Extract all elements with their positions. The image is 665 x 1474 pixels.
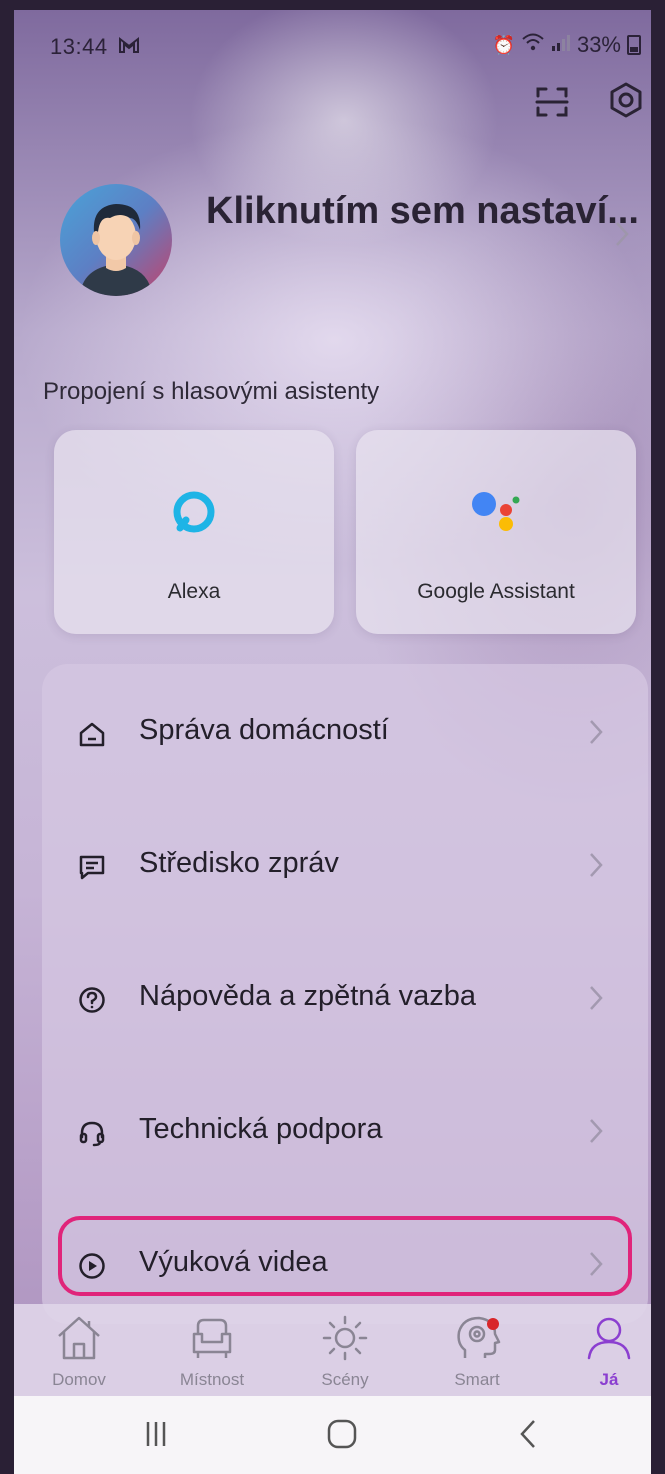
nav-smart[interactable]: Smart [422,1304,532,1396]
highlight-box [58,1216,632,1296]
menu-item-label: Správa domácností [139,714,389,746]
alexa-label: Alexa [167,580,221,603]
settings-icon [607,81,645,124]
chevron-right-icon [588,851,604,884]
sun-icon [319,1312,371,1364]
google-assistant-label: Google Assistant [417,580,575,603]
bottom-nav: Domov Místnost Scény Smart Já [14,1304,651,1396]
headset-icon [76,1117,108,1149]
settings-button[interactable] [602,78,650,126]
nav-label: Já [599,1370,619,1389]
nav-label: Scény [321,1370,369,1389]
google-assistant-card[interactable]: Google Assistant [356,430,636,634]
chevron-right-icon [588,718,604,751]
home-button[interactable] [312,1418,372,1454]
recent-apps-button[interactable] [126,1418,186,1454]
nav-label: Domov [52,1370,106,1389]
chevron-right-icon [588,1117,604,1150]
alexa-icon [172,490,216,539]
chevron-right-icon [588,984,604,1017]
battery-icon [627,35,641,55]
alexa-card[interactable]: Alexa [54,430,334,634]
battery-text: 33% [576,32,621,57]
nav-room[interactable]: Místnost [157,1304,267,1396]
phone-screen: 13:44 ⏰ 33% Kliknutím sem nastaví... Pro… [14,10,651,1474]
menu-item-help-feedback[interactable]: Nápověda a zpětná vazba [42,950,648,1050]
armchair-icon [186,1312,238,1364]
home-icon [76,718,108,750]
menu-item-label: Nápověda a zpětná vazba [139,980,476,1012]
nav-label: Smart [454,1370,500,1389]
person-icon [583,1312,635,1364]
message-icon [76,851,108,883]
status-bar: 13:44 ⏰ 33% [14,10,651,80]
menu-item-technical-support[interactable]: Technická podpora [42,1083,648,1183]
menu-item-home-management[interactable]: Správa domácností [42,684,648,784]
profile-name-prompt[interactable]: Kliknutím sem nastaví... [206,190,639,233]
chevron-right-icon [614,220,630,253]
signal-icon [551,32,571,58]
back-button[interactable] [498,1418,558,1454]
recent-apps-icon [141,1419,171,1454]
scan-icon [535,85,569,124]
scan-button[interactable] [528,80,576,128]
nav-home[interactable]: Domov [24,1304,134,1396]
gmail-icon [118,36,140,59]
brain-icon [451,1312,503,1364]
status-time: 13:44 [50,34,108,59]
system-nav-bar [14,1396,651,1474]
status-right: ⏰ 33% [493,32,641,58]
back-icon [516,1418,540,1455]
home-circle-icon [326,1418,358,1455]
google-assistant-icon [470,490,522,541]
nav-scenes[interactable]: Scény [290,1304,400,1396]
house-icon [53,1312,105,1364]
wifi-icon [521,32,545,58]
nav-me[interactable]: Já [554,1304,651,1396]
menu-item-label: Technická podpora [139,1113,383,1145]
nav-label: Místnost [179,1370,245,1389]
voice-assistants-title: Propojení s hlasovými asistenty [43,378,380,405]
alarm-icon: ⏰ [492,34,515,55]
help-icon [76,984,108,1016]
avatar[interactable] [60,184,172,296]
menu-item-message-center[interactable]: Středisko zpráv [42,817,648,917]
menu-item-label: Středisko zpráv [139,847,339,879]
